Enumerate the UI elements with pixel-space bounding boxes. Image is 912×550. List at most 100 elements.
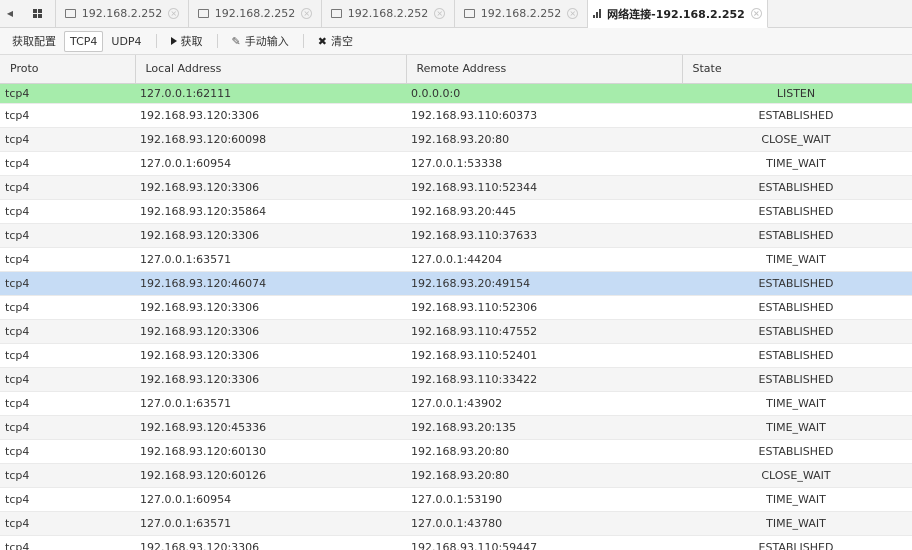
tab-label: 网络连接-192.168.2.252 [607, 7, 745, 21]
cell-local-address: 127.0.0.1:60954 [135, 487, 406, 512]
cell-local-address: 192.168.93.120:3306 [135, 103, 406, 128]
tab-session-3[interactable]: 192.168.2.252 × [322, 0, 455, 27]
cell-state: ESTABLISHED [682, 223, 912, 248]
table-row[interactable]: tcp4 127.0.0.1:63571 127.0.0.1:43780 TIME_W… [0, 511, 912, 536]
cell-proto: tcp4 [0, 391, 135, 416]
cell-remote-address: 192.168.93.20:80 [406, 127, 682, 152]
cell-state: ESTABLISHED [682, 439, 912, 464]
cell-proto: tcp4 [0, 367, 135, 392]
table-row[interactable]: tcp4 192.168.93.120:3306 192.168.93.110:52… [0, 175, 912, 200]
cell-remote-address: 192.168.93.110:52306 [406, 295, 682, 320]
table-row[interactable]: tcp4 192.168.93.120:3306 192.168.93.110:37… [0, 223, 912, 248]
toolbar-divider [155, 34, 157, 48]
tab-session-1[interactable]: 192.168.2.252 × [56, 0, 189, 27]
close-icon[interactable]: × [168, 8, 180, 19]
close-icon[interactable]: × [301, 8, 313, 19]
cell-remote-address: 192.168.93.20:135 [406, 415, 682, 440]
table-row[interactable]: tcp4 192.168.93.120:46074 192.168.93.20:49… [0, 271, 912, 296]
cell-remote-address: 127.0.0.1:43780 [406, 511, 682, 536]
close-icon[interactable]: × [567, 8, 579, 19]
tab-session-2[interactable]: 192.168.2.252 × [189, 0, 322, 27]
edit-icon: ✎ [231, 34, 241, 48]
table-row[interactable]: tcp4 192.168.93.120:45336 192.168.93.20:13… [0, 415, 912, 440]
cell-state: TIME_WAIT [682, 247, 912, 272]
cell-remote-address: 192.168.93.20:80 [406, 439, 682, 464]
cell-proto: tcp4 [0, 223, 135, 248]
cell-local-address: 127.0.0.1:63571 [135, 511, 406, 536]
cell-state: TIME_WAIT [682, 391, 912, 416]
cell-local-address: 192.168.93.120:3306 [135, 175, 406, 200]
close-icon[interactable]: × [434, 8, 446, 19]
udp4-button[interactable]: UDP4 [105, 31, 147, 52]
cell-state: ESTABLISHED [682, 367, 912, 392]
window-icon [64, 9, 76, 18]
fetch-label: 获取 [180, 35, 203, 48]
cell-remote-address: 192.168.93.110:47552 [406, 319, 682, 344]
cell-local-address: 192.168.93.120:3306 [135, 223, 406, 248]
table-row[interactable]: tcp4 127.0.0.1:60954 127.0.0.1:53338 TIME_W… [0, 151, 912, 176]
play-icon [170, 37, 177, 45]
fetch-button[interactable]: 获取 [165, 31, 209, 52]
cell-local-address: 127.0.0.1:60954 [135, 151, 406, 176]
table-row[interactable]: tcp4 127.0.0.1:63571 127.0.0.1:44204 TIME_W… [0, 247, 912, 272]
table-row[interactable]: tcp4 127.0.0.1:62111 0.0.0.0:0 LISTEN [0, 83, 912, 104]
table-row[interactable]: tcp4 192.168.93.120:60130 192.168.93.20:80… [0, 439, 912, 464]
cell-proto: tcp4 [0, 415, 135, 440]
cell-proto: tcp4 [0, 83, 135, 104]
clear-icon: ✖ [317, 34, 327, 48]
toolbar-divider [302, 34, 304, 48]
cell-remote-address: 192.168.93.110:60373 [406, 103, 682, 128]
cell-remote-address: 0.0.0.0:0 [406, 83, 682, 104]
column-header-local-address[interactable]: Local Address [135, 55, 407, 84]
cell-local-address: 127.0.0.1:63571 [135, 247, 406, 272]
cell-state: CLOSE_WAIT [682, 127, 912, 152]
table-row[interactable]: tcp4 192.168.93.120:60098 192.168.93.20:80… [0, 127, 912, 152]
cell-proto: tcp4 [0, 439, 135, 464]
manual-input-button[interactable]: ✎ 手动输入 [226, 31, 295, 52]
table-row[interactable]: tcp4 192.168.93.120:35864 192.168.93.20:44… [0, 199, 912, 224]
cell-local-address: 192.168.93.120:60098 [135, 127, 406, 152]
clear-button[interactable]: ✖ 清空 [312, 31, 359, 52]
cell-remote-address: 127.0.0.1:53338 [406, 151, 682, 176]
tab-overview-button[interactable] [20, 0, 56, 27]
table-row[interactable]: tcp4 192.168.93.120:60126 192.168.93.20:80… [0, 463, 912, 488]
cell-state: ESTABLISHED [682, 343, 912, 368]
cell-state: ESTABLISHED [682, 199, 912, 224]
get-config-button[interactable]: 获取配置 [6, 31, 62, 52]
cell-remote-address: 192.168.93.110:37633 [406, 223, 682, 248]
tab-bar: ◀ 192.168.2.252 × 192.168.2.252 × 192.16… [0, 0, 912, 28]
table-row[interactable]: tcp4 192.168.93.120:3306 192.168.93.110:33… [0, 367, 912, 392]
column-header-proto[interactable]: Proto [0, 55, 136, 84]
table-row[interactable]: tcp4 192.168.93.120:3306 192.168.93.110:60… [0, 103, 912, 128]
tcp4-button[interactable]: TCP4 [64, 30, 104, 52]
cell-proto: tcp4 [0, 199, 135, 224]
table-row[interactable]: tcp4 192.168.93.120:3306 192.168.93.110:52… [0, 295, 912, 320]
table-row[interactable]: tcp4 192.168.93.120:3306 192.168.93.110:52… [0, 343, 912, 368]
tab-session-4[interactable]: 192.168.2.252 × [455, 0, 588, 27]
column-header-remote-address[interactable]: Remote Address [406, 55, 683, 84]
cell-proto: tcp4 [0, 175, 135, 200]
tab-scroll-left-icon[interactable]: ◀ [0, 0, 20, 27]
cell-local-address: 192.168.93.120:60130 [135, 439, 406, 464]
cell-state: TIME_WAIT [682, 415, 912, 440]
close-icon[interactable]: × [750, 8, 762, 19]
column-header-state[interactable]: State [682, 55, 912, 84]
cell-state: LISTEN [682, 83, 912, 104]
tab-network-connections[interactable]: 网络连接-192.168.2.252 × [588, 0, 768, 28]
cell-remote-address: 192.168.93.110:52344 [406, 175, 682, 200]
cell-remote-address: 127.0.0.1:44204 [406, 247, 682, 272]
cell-remote-address: 127.0.0.1:43902 [406, 391, 682, 416]
cell-state: ESTABLISHED [682, 319, 912, 344]
cell-state: ESTABLISHED [682, 535, 912, 550]
tab-label: 192.168.2.252 [81, 7, 163, 20]
cell-local-address: 192.168.93.120:45336 [135, 415, 406, 440]
cell-proto: tcp4 [0, 103, 135, 128]
table-row[interactable]: tcp4 127.0.0.1:60954 127.0.0.1:53190 TIME_W… [0, 487, 912, 512]
cell-local-address: 192.168.93.120:3306 [135, 535, 406, 550]
table-row[interactable]: tcp4 192.168.93.120:3306 192.168.93.110:47… [0, 319, 912, 344]
table-row[interactable]: tcp4 127.0.0.1:63571 127.0.0.1:43902 TIME_W… [0, 391, 912, 416]
cell-state: ESTABLISHED [682, 103, 912, 128]
cell-proto: tcp4 [0, 343, 135, 368]
table-row[interactable]: tcp4 192.168.93.120:3306 192.168.93.110:59… [0, 535, 912, 550]
cell-local-address: 192.168.93.120:3306 [135, 343, 406, 368]
